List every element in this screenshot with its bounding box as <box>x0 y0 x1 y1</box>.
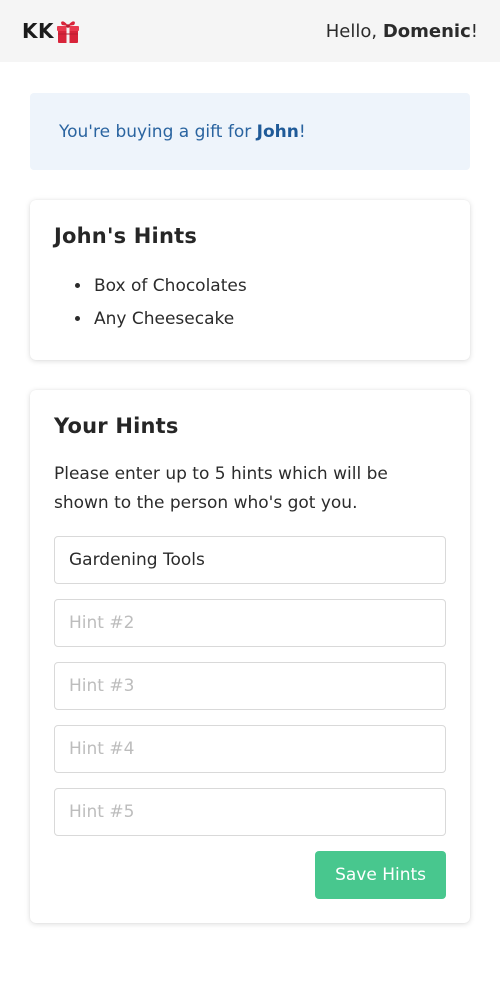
main-content: You're buying a gift for John! John's Hi… <box>0 62 500 923</box>
hint-input-5[interactable] <box>54 788 446 836</box>
greeting-prefix: Hello, <box>325 20 383 42</box>
hint-input-2[interactable] <box>54 599 446 647</box>
recipient-hints-card: John's Hints Box of Chocolates Any Chees… <box>30 200 470 360</box>
user-greeting: Hello, Domenic! <box>326 21 478 42</box>
brand-text: KK <box>22 19 54 43</box>
form-actions: Save Hints <box>54 851 446 899</box>
banner-prefix: You're buying a gift for <box>59 121 257 142</box>
recipient-banner: You're buying a gift for John! <box>30 93 470 170</box>
hint-input-4[interactable] <box>54 725 446 773</box>
recipient-hints-list: Box of Chocolates Any Cheesecake <box>54 270 446 336</box>
navbar: KK Hello, Domenic! <box>0 0 500 62</box>
user-name: Domenic <box>382 20 471 42</box>
recipient-hints-title: John's Hints <box>54 224 198 248</box>
brand-logo[interactable]: KK <box>22 18 81 44</box>
save-hints-button[interactable]: Save Hints <box>315 851 446 899</box>
banner-text: You're buying a gift for John! <box>59 122 306 142</box>
your-hints-card: Your Hints Please enter up to 5 hints wh… <box>30 390 470 923</box>
gift-icon <box>57 21 79 43</box>
greeting-suffix: ! <box>470 20 478 42</box>
recipient-name: John <box>256 121 299 142</box>
your-hints-title: Your Hints <box>54 414 179 438</box>
banner-suffix: ! <box>298 121 306 142</box>
hint-input-1[interactable] <box>54 536 446 584</box>
list-item: Box of Chocolates <box>92 270 446 303</box>
your-hints-description: Please enter up to 5 hints which will be… <box>54 464 388 513</box>
hint-inputs <box>54 536 446 836</box>
list-item: Any Cheesecake <box>92 303 446 336</box>
hint-input-3[interactable] <box>54 662 446 710</box>
